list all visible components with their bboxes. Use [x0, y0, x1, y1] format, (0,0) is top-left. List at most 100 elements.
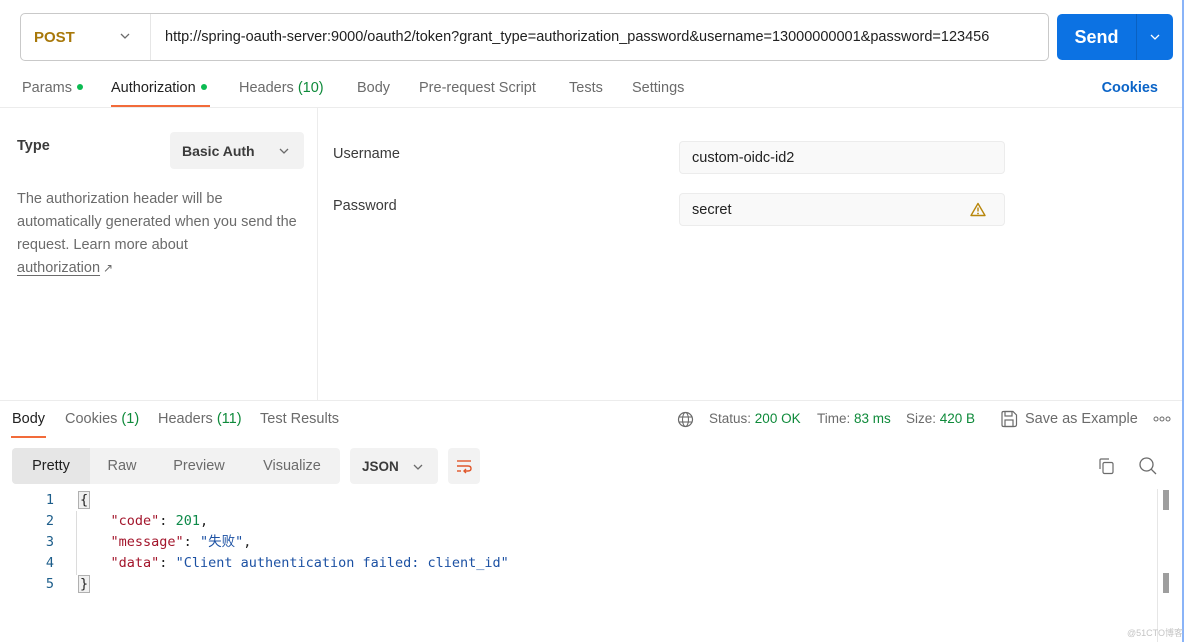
tab-body[interactable]: Body	[357, 80, 390, 96]
globe-icon[interactable]	[677, 411, 694, 428]
search-icon	[1139, 457, 1157, 475]
json-value: "Client authentication failed: client_id…	[175, 555, 509, 571]
view-mode-raw[interactable]: Raw	[90, 448, 154, 484]
chevron-down-icon	[120, 33, 130, 39]
tab-label: Headers	[158, 411, 213, 427]
copy-icon	[1099, 458, 1114, 475]
status-dot	[76, 84, 83, 91]
response-tab-cookies[interactable]: Cookies (1)	[65, 411, 139, 427]
json-punctuation: ,	[199, 513, 209, 529]
tab-label: Headers	[239, 80, 294, 96]
line-number: 5	[45, 576, 54, 592]
search-button[interactable]	[1137, 455, 1159, 477]
watermark: @51CTO博客	[1127, 628, 1183, 638]
code-line: 1 {	[0, 490, 1160, 511]
cookies-link[interactable]: Cookies	[1102, 80, 1158, 96]
editor-scroll-track	[1157, 489, 1158, 642]
more-options-icon[interactable]	[1153, 416, 1171, 422]
line-number: 3	[45, 534, 54, 550]
tab-count: (11)	[216, 411, 242, 427]
tab-headers[interactable]: Headers (10)	[239, 80, 324, 96]
method-label: POST	[34, 28, 75, 46]
tab-pre-request-script[interactable]: Pre-request Script	[419, 80, 536, 96]
password-label: Password	[333, 198, 397, 214]
view-mode-pretty[interactable]: Pretty	[12, 448, 90, 484]
response-time[interactable]: Time: 83 ms	[817, 411, 891, 426]
request-tabs: Params Authorization Headers (10) Body P…	[0, 70, 1182, 108]
response-tab-headers[interactable]: Headers (11)	[158, 411, 242, 427]
json-key: "message"	[110, 534, 184, 550]
active-tab-indicator	[11, 436, 46, 438]
format-select[interactable]: JSON	[350, 448, 438, 484]
format-value: JSON	[362, 458, 399, 474]
time-label: Time:	[817, 411, 851, 426]
username-field[interactable]: custom-oidc-id2	[679, 141, 1005, 174]
username-value: custom-oidc-id2	[692, 149, 795, 166]
save-as-example-button[interactable]: Save as Example	[1025, 411, 1138, 427]
chevron-down-icon	[279, 148, 289, 154]
username-label: Username	[333, 146, 400, 162]
size-label: Size:	[906, 411, 937, 426]
code-line: 5 }	[0, 574, 1160, 595]
warning-icon[interactable]	[970, 202, 986, 217]
open-brace: {	[78, 491, 91, 509]
tab-authorization[interactable]: Authorization	[111, 80, 207, 96]
response-size[interactable]: Size: 420 B	[906, 411, 975, 426]
code-line: 4 "data": "Client authentication failed:…	[0, 553, 1160, 574]
tab-tests[interactable]: Tests	[569, 80, 603, 96]
json-key: "code"	[110, 513, 160, 529]
save-icon[interactable]	[1000, 410, 1018, 428]
chevron-down-icon	[1150, 34, 1160, 40]
response-tab-test-results[interactable]: Test Results	[260, 411, 339, 427]
password-field[interactable]: secret	[679, 193, 1005, 226]
tab-label: Authorization	[111, 80, 196, 96]
request-url-bar: POST http://spring-oauth-server:9000/oau…	[20, 13, 1049, 61]
auth-type-pane: Type Basic Auth The authorization header…	[0, 108, 318, 400]
response-tab-body[interactable]: Body	[12, 411, 45, 427]
password-value: secret	[692, 201, 732, 218]
status-dot	[200, 84, 207, 91]
time-value: 83 ms	[854, 411, 891, 426]
close-brace: }	[78, 575, 91, 593]
json-value: 201	[175, 513, 200, 529]
auth-type-select[interactable]: Basic Auth	[170, 132, 304, 169]
view-mode-visualize[interactable]: Visualize	[244, 448, 340, 484]
wrap-lines-button[interactable]	[448, 448, 480, 484]
tab-params[interactable]: Params	[22, 80, 83, 96]
tab-settings[interactable]: Settings	[632, 80, 684, 96]
line-number: 4	[45, 555, 54, 571]
copy-button[interactable]	[1095, 455, 1117, 477]
size-value: 420 B	[939, 411, 976, 426]
type-label: Type	[17, 138, 50, 154]
status-label: Status:	[709, 411, 752, 426]
tab-count: (1)	[121, 411, 140, 427]
pane-divider[interactable]	[0, 400, 1182, 401]
json-punctuation: ,	[243, 534, 252, 550]
response-body-editor[interactable]: 1 { 2 "code": 201, 3 "message": "失败", 4 …	[0, 490, 1160, 595]
send-options-button[interactable]	[1136, 14, 1173, 60]
tab-count: (10)	[297, 80, 324, 96]
send-button-group: Send	[1057, 14, 1173, 60]
wrap-lines-icon	[457, 460, 472, 474]
auth-type-value: Basic Auth	[182, 142, 255, 159]
send-button[interactable]: Send	[1057, 27, 1136, 48]
external-link-icon: ↗	[103, 261, 114, 275]
line-number: 1	[45, 492, 54, 508]
json-value: "失败"	[199, 534, 244, 550]
tab-label: Cookies	[65, 411, 118, 427]
status-value: 200 OK	[754, 411, 801, 426]
learn-more-link[interactable]: authorization	[17, 260, 100, 276]
code-line: 3 "message": "失败",	[0, 532, 1160, 553]
scrollbar-marker	[1163, 573, 1169, 593]
code-line: 2 "code": 201,	[0, 511, 1160, 532]
method-select[interactable]: POST	[21, 14, 151, 60]
response-status[interactable]: Status: 200 OK	[709, 411, 801, 426]
tab-label: Params	[22, 80, 72, 96]
scrollbar-thumb[interactable]	[1163, 490, 1169, 510]
auth-description: The authorization header will be automat…	[17, 188, 307, 280]
line-number: 2	[45, 513, 54, 529]
view-mode-preview[interactable]: Preview	[154, 448, 244, 484]
active-tab-indicator	[111, 105, 210, 107]
json-key: "data"	[110, 555, 160, 571]
url-input[interactable]: http://spring-oauth-server:9000/oauth2/t…	[151, 29, 1041, 45]
